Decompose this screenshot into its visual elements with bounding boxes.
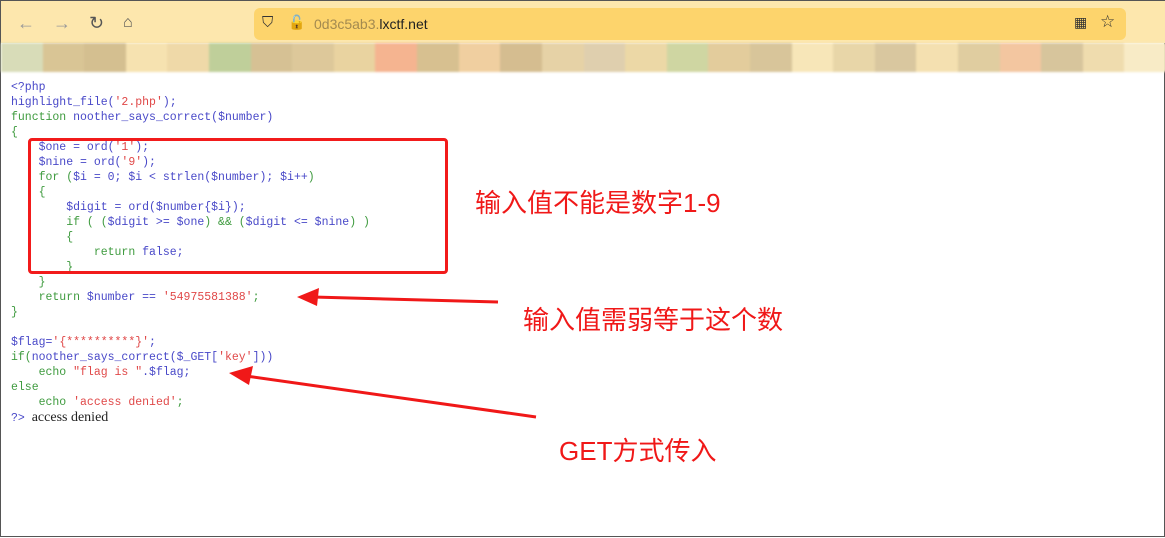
- annotation-arrows: [229, 288, 537, 419]
- arrow-to-number: [297, 288, 499, 306]
- arrow-to-echo: [229, 366, 537, 419]
